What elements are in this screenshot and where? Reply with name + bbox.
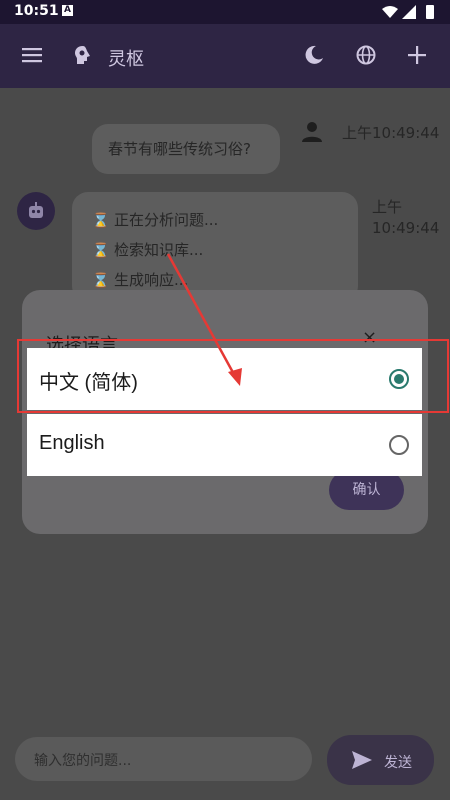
- bot-step: ⌛ 正在分析问题...: [92, 211, 219, 229]
- wifi-icon: [382, 6, 398, 18]
- brain-logo-icon: [75, 46, 90, 64]
- status-bar: 10:51 A: [0, 0, 450, 24]
- notification-icon: A: [62, 5, 73, 16]
- send-label: 发送: [384, 755, 412, 771]
- status-icons: [382, 5, 434, 19]
- hourglass-icon: ⌛: [92, 213, 110, 229]
- input-placeholder: 输入您的问题...: [34, 753, 132, 769]
- menu-icon[interactable]: [22, 47, 42, 63]
- send-icon: [352, 751, 372, 769]
- bot-message-time: 10:49:44: [372, 219, 440, 237]
- send-button[interactable]: [327, 735, 434, 785]
- user-avatar-icon: [302, 122, 322, 142]
- bot-message-time: 上午: [372, 198, 403, 216]
- bot-avatar: [17, 192, 55, 230]
- confirm-button[interactable]: 确认: [329, 470, 404, 510]
- add-icon[interactable]: [408, 46, 426, 64]
- robot-icon: [29, 202, 43, 218]
- dark-mode-icon[interactable]: [304, 45, 324, 65]
- app-title: 灵枢: [108, 49, 144, 70]
- app-bar: [0, 24, 450, 88]
- option-label: English: [39, 432, 105, 454]
- battery-icon: [426, 5, 434, 19]
- radio-unselected-icon[interactable]: [389, 435, 409, 455]
- user-message-time: 上午10:49:44: [342, 124, 440, 142]
- signal-icon: [402, 5, 416, 19]
- status-time: 10:51: [14, 3, 59, 19]
- user-message-text: 春节有哪些传统习俗?: [108, 140, 251, 158]
- hourglass-icon: ⌛: [92, 273, 110, 289]
- language-globe-icon[interactable]: [356, 45, 376, 65]
- hourglass-icon: ⌛: [92, 243, 110, 259]
- language-option-english[interactable]: English: [27, 414, 422, 476]
- annotation-arrow-icon: [166, 253, 242, 386]
